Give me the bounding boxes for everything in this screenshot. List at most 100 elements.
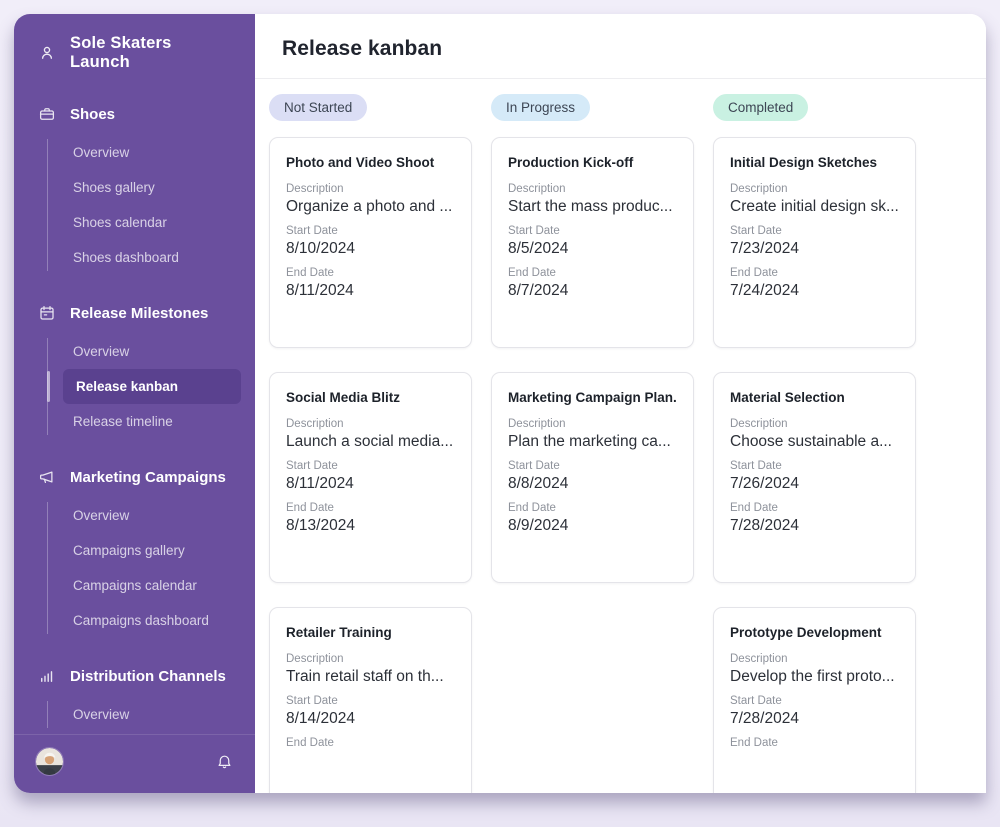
sidebar-item-distribution-channels[interactable]: Distribution Channels (14, 663, 255, 689)
card-description: Train retail staff on th... (286, 668, 455, 686)
end-date-label: End Date (730, 267, 899, 279)
column-cards: Photo and Video Shoot Description Organi… (269, 137, 472, 793)
card-title: Production Kick-off (508, 155, 677, 170)
card-start-date: 7/23/2024 (730, 240, 899, 258)
end-date-label: End Date (508, 502, 677, 514)
bell-icon[interactable] (216, 753, 233, 770)
sidebar: Sole Skaters Launch Shoes Overview Shoes… (14, 14, 255, 793)
main-header: Release kanban (255, 14, 986, 79)
section-marketing-campaigns: Marketing Campaigns Overview Campaigns g… (14, 464, 255, 638)
end-date-label: End Date (730, 737, 899, 749)
card-title: Initial Design Sketches (730, 155, 899, 170)
end-date-label: End Date (286, 502, 455, 514)
card-title: Marketing Campaign Plan... (508, 390, 677, 405)
kanban-column-not-started: Not Started Photo and Video Shoot Descri… (269, 94, 472, 793)
section-distribution-channels: Distribution Channels Overview (14, 663, 255, 732)
description-label: Description (286, 653, 455, 665)
sub-list-distribution-channels: Overview (14, 697, 255, 732)
start-date-label: Start Date (730, 460, 899, 472)
description-label: Description (730, 183, 899, 195)
card-start-date: 8/8/2024 (508, 475, 677, 493)
card-start-date: 8/11/2024 (286, 475, 455, 493)
kanban-card-marketing-campaign-plan[interactable]: Marketing Campaign Plan... Description P… (491, 372, 694, 583)
section-label: Release Milestones (70, 305, 208, 322)
sidebar-item-campaigns-gallery[interactable]: Campaigns gallery (14, 533, 255, 568)
description-label: Description (508, 418, 677, 430)
card-start-date: 8/14/2024 (286, 710, 455, 728)
sub-list-marketing-campaigns: Overview Campaigns gallery Campaigns cal… (14, 498, 255, 638)
section-label: Shoes (70, 106, 115, 123)
sidebar-item-shoes-overview[interactable]: Overview (14, 135, 255, 170)
section-label: Distribution Channels (70, 668, 226, 685)
kanban-column-in-progress: In Progress Production Kick-off Descript… (491, 94, 694, 793)
sidebar-item-campaigns-overview[interactable]: Overview (14, 498, 255, 533)
start-date-label: Start Date (508, 225, 677, 237)
calendar-icon (38, 304, 56, 322)
kanban-card-social-media-blitz[interactable]: Social Media Blitz Description Launch a … (269, 372, 472, 583)
workspace-title-label: Sole Skaters Launch (70, 34, 235, 72)
sidebar-item-shoes[interactable]: Shoes (14, 101, 255, 127)
sidebar-item-distribution-overview[interactable]: Overview (14, 697, 255, 732)
section-shoes: Shoes Overview Shoes gallery Shoes calen… (14, 101, 255, 275)
sidebar-item-release-overview[interactable]: Overview (14, 334, 255, 369)
user-icon (38, 44, 56, 62)
sidebar-nav: Shoes Overview Shoes gallery Shoes calen… (14, 76, 255, 734)
main-content: Release kanban Not Started Photo and Vid… (255, 14, 986, 793)
column-status-badge: Not Started (269, 94, 367, 121)
end-date-label: End Date (730, 502, 899, 514)
sidebar-item-release-kanban[interactable]: Release kanban (63, 369, 241, 404)
card-description: Organize a photo and ... (286, 198, 455, 216)
end-date-label: End Date (286, 267, 455, 279)
card-start-date: 8/10/2024 (286, 240, 455, 258)
bar-chart-icon (38, 667, 56, 685)
kanban-card-production-kick-off[interactable]: Production Kick-off Description Start th… (491, 137, 694, 348)
user-avatar[interactable] (36, 748, 63, 775)
sidebar-item-marketing-campaigns[interactable]: Marketing Campaigns (14, 464, 255, 490)
card-description: Start the mass produc... (508, 198, 677, 216)
sub-list-shoes: Overview Shoes gallery Shoes calendar Sh… (14, 135, 255, 275)
megaphone-icon (38, 468, 56, 486)
card-end-date: 8/11/2024 (286, 282, 455, 300)
end-date-label: End Date (286, 737, 455, 749)
start-date-label: Start Date (730, 695, 899, 707)
sidebar-item-release-milestones[interactable]: Release Milestones (14, 300, 255, 326)
app-window: Sole Skaters Launch Shoes Overview Shoes… (14, 14, 986, 793)
sidebar-item-shoes-calendar[interactable]: Shoes calendar (14, 205, 255, 240)
sidebar-item-shoes-dashboard[interactable]: Shoes dashboard (14, 240, 255, 275)
card-description: Launch a social media... (286, 433, 455, 451)
sidebar-item-shoes-gallery[interactable]: Shoes gallery (14, 170, 255, 205)
kanban-column-completed: Completed Initial Design Sketches Descri… (713, 94, 916, 793)
card-description: Create initial design sk... (730, 198, 899, 216)
sidebar-item-release-timeline[interactable]: Release timeline (14, 404, 255, 439)
sub-list-release-milestones: Overview Release kanban Release timeline (14, 334, 255, 439)
kanban-card-material-selection[interactable]: Material Selection Description Choose su… (713, 372, 916, 583)
description-label: Description (508, 183, 677, 195)
kanban-card-retailer-training[interactable]: Retailer Training Description Train reta… (269, 607, 472, 793)
start-date-label: Start Date (508, 460, 677, 472)
column-status-badge: In Progress (491, 94, 590, 121)
sidebar-item-campaigns-calendar[interactable]: Campaigns calendar (14, 568, 255, 603)
start-date-label: Start Date (286, 225, 455, 237)
start-date-label: Start Date (286, 695, 455, 707)
card-description: Develop the first proto... (730, 668, 899, 686)
card-description: Plan the marketing ca... (508, 433, 677, 451)
end-date-label: End Date (508, 267, 677, 279)
section-label: Marketing Campaigns (70, 469, 226, 486)
briefcase-icon (38, 105, 56, 123)
kanban-card-prototype-development[interactable]: Prototype Development Description Develo… (713, 607, 916, 793)
card-end-date: 8/9/2024 (508, 517, 677, 535)
description-label: Description (286, 183, 455, 195)
card-end-date: 8/13/2024 (286, 517, 455, 535)
kanban-card-initial-design-sketches[interactable]: Initial Design Sketches Description Crea… (713, 137, 916, 348)
description-label: Description (730, 418, 899, 430)
card-title: Retailer Training (286, 625, 455, 640)
workspace-title[interactable]: Sole Skaters Launch (14, 14, 255, 76)
description-label: Description (730, 653, 899, 665)
kanban-board: Not Started Photo and Video Shoot Descri… (255, 79, 986, 793)
kanban-card-photo-and-video-shoot[interactable]: Photo and Video Shoot Description Organi… (269, 137, 472, 348)
start-date-label: Start Date (286, 460, 455, 472)
start-date-label: Start Date (730, 225, 899, 237)
sidebar-item-campaigns-dashboard[interactable]: Campaigns dashboard (14, 603, 255, 638)
column-cards: Initial Design Sketches Description Crea… (713, 137, 916, 793)
card-start-date: 8/5/2024 (508, 240, 677, 258)
